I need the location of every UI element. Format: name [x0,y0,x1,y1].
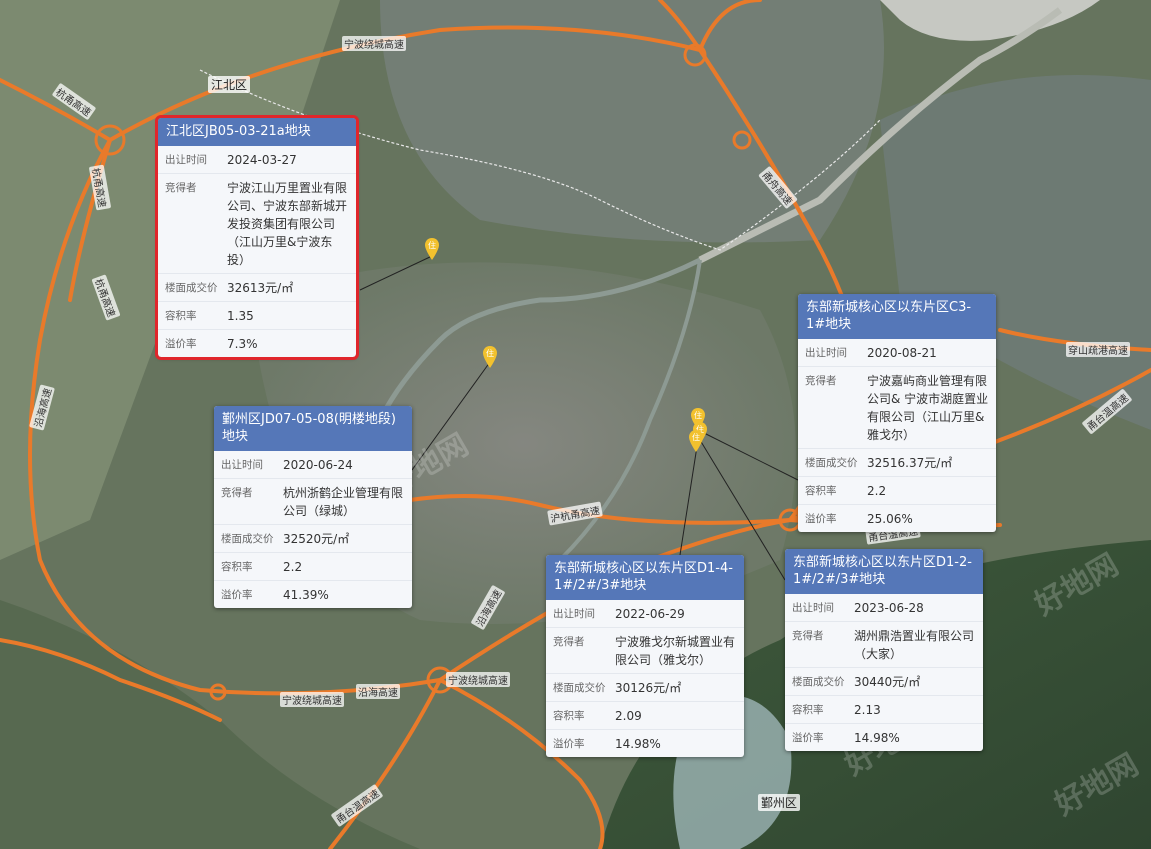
parcel-row-far: 容积率 2.2 [214,553,412,581]
row-value: 宁波雅戈尔新城置业有限公司（雅戈尔） [615,635,736,667]
row-value: 2022-06-29 [615,607,685,621]
parcel-row-date: 出让时间 2020-06-24 [214,451,412,479]
row-label: 出让时间 [792,602,834,614]
row-value: 1.35 [227,309,254,323]
row-label: 楼面成交价 [165,282,218,294]
parcel-row-price: 楼面成交价 32520元/㎡ [214,525,412,553]
row-value: 2024-03-27 [227,153,297,167]
row-value: 41.39% [283,588,329,602]
map-pin-icon[interactable]: 住 [425,238,439,260]
row-label: 容积率 [221,561,253,573]
row-value: 14.98% [854,731,900,745]
row-label: 竞得者 [165,182,197,194]
parcel-row-premium: 溢价率 14.98% [785,724,983,751]
parcel-card-yinzhou[interactable]: 鄞州区JD07-05-08(明楼地段)地块 出让时间 2020-06-24 竞得者… [214,406,412,608]
row-value: 2.13 [854,703,881,717]
row-label: 溢价率 [553,738,585,750]
row-label: 出让时间 [221,459,263,471]
road-label: 宁波绕城高速 [280,692,344,707]
row-label: 容积率 [165,310,197,322]
map-pin-label: 住 [486,348,494,358]
parcel-row-premium: 溢价率 25.06% [798,505,996,532]
row-label: 容积率 [792,704,824,716]
row-label: 竞得者 [792,630,824,642]
parcel-card-d1-2[interactable]: 东部新城核心区以东片区D1-2-1#/2#/3#地块 出让时间 2023-06-2… [785,549,983,751]
parcel-row-winner: 竞得者 宁波江山万里置业有限公司、宁波东部新城开发投资集团有限公司（江山万里&宁波… [158,174,356,274]
row-label: 出让时间 [553,608,595,620]
row-value: 2020-08-21 [867,346,937,360]
parcel-row-price: 楼面成交价 32613元/㎡ [158,274,356,302]
row-value: 30440元/㎡ [854,675,921,689]
row-label: 容积率 [805,485,837,497]
row-label: 楼面成交价 [553,682,606,694]
row-value: 30126元/㎡ [615,681,682,695]
parcel-title: 鄞州区JD07-05-08(明楼地段)地块 [214,406,412,451]
parcel-row-premium: 溢价率 7.3% [158,330,356,357]
road-label: 宁波绕城高速 [446,672,510,687]
parcel-row-price: 楼面成交价 30440元/㎡ [785,668,983,696]
row-label: 楼面成交价 [805,457,858,469]
row-label: 溢价率 [221,589,253,601]
row-value: 湖州鼎浩置业有限公司（大家） [854,629,975,661]
row-value: 2023-06-28 [854,601,924,615]
row-label: 竞得者 [553,636,585,648]
parcel-card-c3[interactable]: 东部新城核心区以东片区C3-1#地块 出让时间 2020-08-21 竞得者 宁波嘉… [798,294,996,532]
row-value: 杭州浙鹤企业管理有限公司（绿城） [283,486,404,518]
row-value: 14.98% [615,737,661,751]
parcel-row-date: 出让时间 2024-03-27 [158,146,356,174]
row-value: 宁波嘉屿商业管理有限公司& 宁波市湖庭置业有限公司（江山万里&雅戈尔） [867,374,989,442]
row-value: 2020-06-24 [283,458,353,472]
map-pin-label: 住 [428,240,436,250]
row-label: 竞得者 [221,487,253,499]
row-label: 溢价率 [792,732,824,744]
parcel-row-date: 出让时间 2022-06-29 [546,600,744,628]
row-label: 出让时间 [165,154,207,166]
map-pin-icon[interactable]: 住 [689,430,703,452]
row-value: 32516.37元/㎡ [867,456,953,470]
parcel-card-d1-4[interactable]: 东部新城核心区以东片区D1-4-1#/2#/3#地块 出让时间 2022-06-2… [546,555,744,757]
parcel-row-price: 楼面成交价 30126元/㎡ [546,674,744,702]
parcel-row-far: 容积率 2.09 [546,702,744,730]
parcel-row-far: 容积率 2.2 [798,477,996,505]
parcel-title: 江北区JB05-03-21a地块 [158,118,356,146]
parcel-title: 东部新城核心区以东片区C3-1#地块 [798,294,996,339]
parcel-row-winner: 竞得者 宁波雅戈尔新城置业有限公司（雅戈尔） [546,628,744,674]
parcel-title: 东部新城核心区以东片区D1-4-1#/2#/3#地块 [546,555,744,600]
row-value: 2.2 [283,560,303,574]
road-label: 宁波绕城高速 [342,36,406,51]
parcel-row-winner: 竞得者 宁波嘉屿商业管理有限公司& 宁波市湖庭置业有限公司（江山万里&雅戈尔） [798,367,996,449]
parcel-row-premium: 溢价率 14.98% [546,730,744,757]
row-value: 32613元/㎡ [227,281,294,295]
road-label: 沿海高速 [356,684,400,699]
parcel-row-premium: 溢价率 41.39% [214,581,412,608]
row-label: 楼面成交价 [792,676,845,688]
row-value: 32520元/㎡ [283,532,350,546]
row-label: 楼面成交价 [221,533,274,545]
map-pin-label: 住 [692,432,700,442]
row-label: 容积率 [553,710,585,722]
row-value: 宁波江山万里置业有限公司、宁波东部新城开发投资集团有限公司（江山万里&宁波东投） [227,181,348,267]
parcel-row-price: 楼面成交价 32516.37元/㎡ [798,449,996,477]
row-value: 2.09 [615,709,642,723]
map-pin-label: 住 [694,410,702,420]
parcel-row-far: 容积率 2.13 [785,696,983,724]
parcel-row-far: 容积率 1.35 [158,302,356,330]
map-pin-icon[interactable]: 住 [483,346,497,368]
district-label-yinzhou: 鄞州区 [758,794,801,811]
row-value: 7.3% [227,337,258,351]
district-label-jiangbei: 江北区 [208,76,251,93]
road-label: 穿山疏港高速 [1066,342,1130,357]
parcel-row-date: 出让时间 2020-08-21 [798,339,996,367]
row-label: 溢价率 [805,513,837,525]
row-value: 25.06% [867,512,913,526]
row-value: 2.2 [867,484,887,498]
row-label: 出让时间 [805,347,847,359]
row-label: 溢价率 [165,338,197,350]
parcel-card-jiangbei[interactable]: 江北区JB05-03-21a地块 出让时间 2024-03-27 竞得者 宁波江山万… [155,115,359,360]
row-label: 竞得者 [805,375,837,387]
parcel-row-winner: 竞得者 杭州浙鹤企业管理有限公司（绿城） [214,479,412,525]
parcel-row-winner: 竞得者 湖州鼎浩置业有限公司（大家） [785,622,983,668]
parcel-title: 东部新城核心区以东片区D1-2-1#/2#/3#地块 [785,549,983,594]
parcel-row-date: 出让时间 2023-06-28 [785,594,983,622]
